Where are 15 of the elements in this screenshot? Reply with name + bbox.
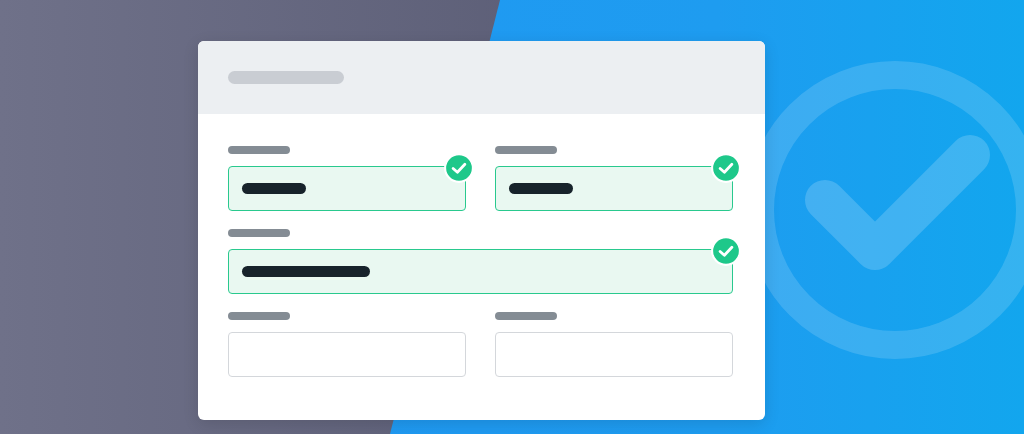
label-placeholder (228, 312, 290, 320)
value-placeholder (242, 183, 306, 194)
input-field[interactable] (495, 332, 733, 377)
check-icon (711, 236, 741, 266)
input-field[interactable] (228, 332, 466, 377)
label-placeholder (495, 146, 557, 154)
label-placeholder (228, 146, 290, 154)
check-icon (711, 153, 741, 183)
value-placeholder (509, 183, 573, 194)
label-placeholder (228, 229, 290, 237)
label-placeholder (495, 312, 557, 320)
input-field[interactable] (228, 249, 733, 294)
input-field[interactable] (228, 166, 466, 211)
check-icon (444, 153, 474, 183)
input-field[interactable] (495, 166, 733, 211)
